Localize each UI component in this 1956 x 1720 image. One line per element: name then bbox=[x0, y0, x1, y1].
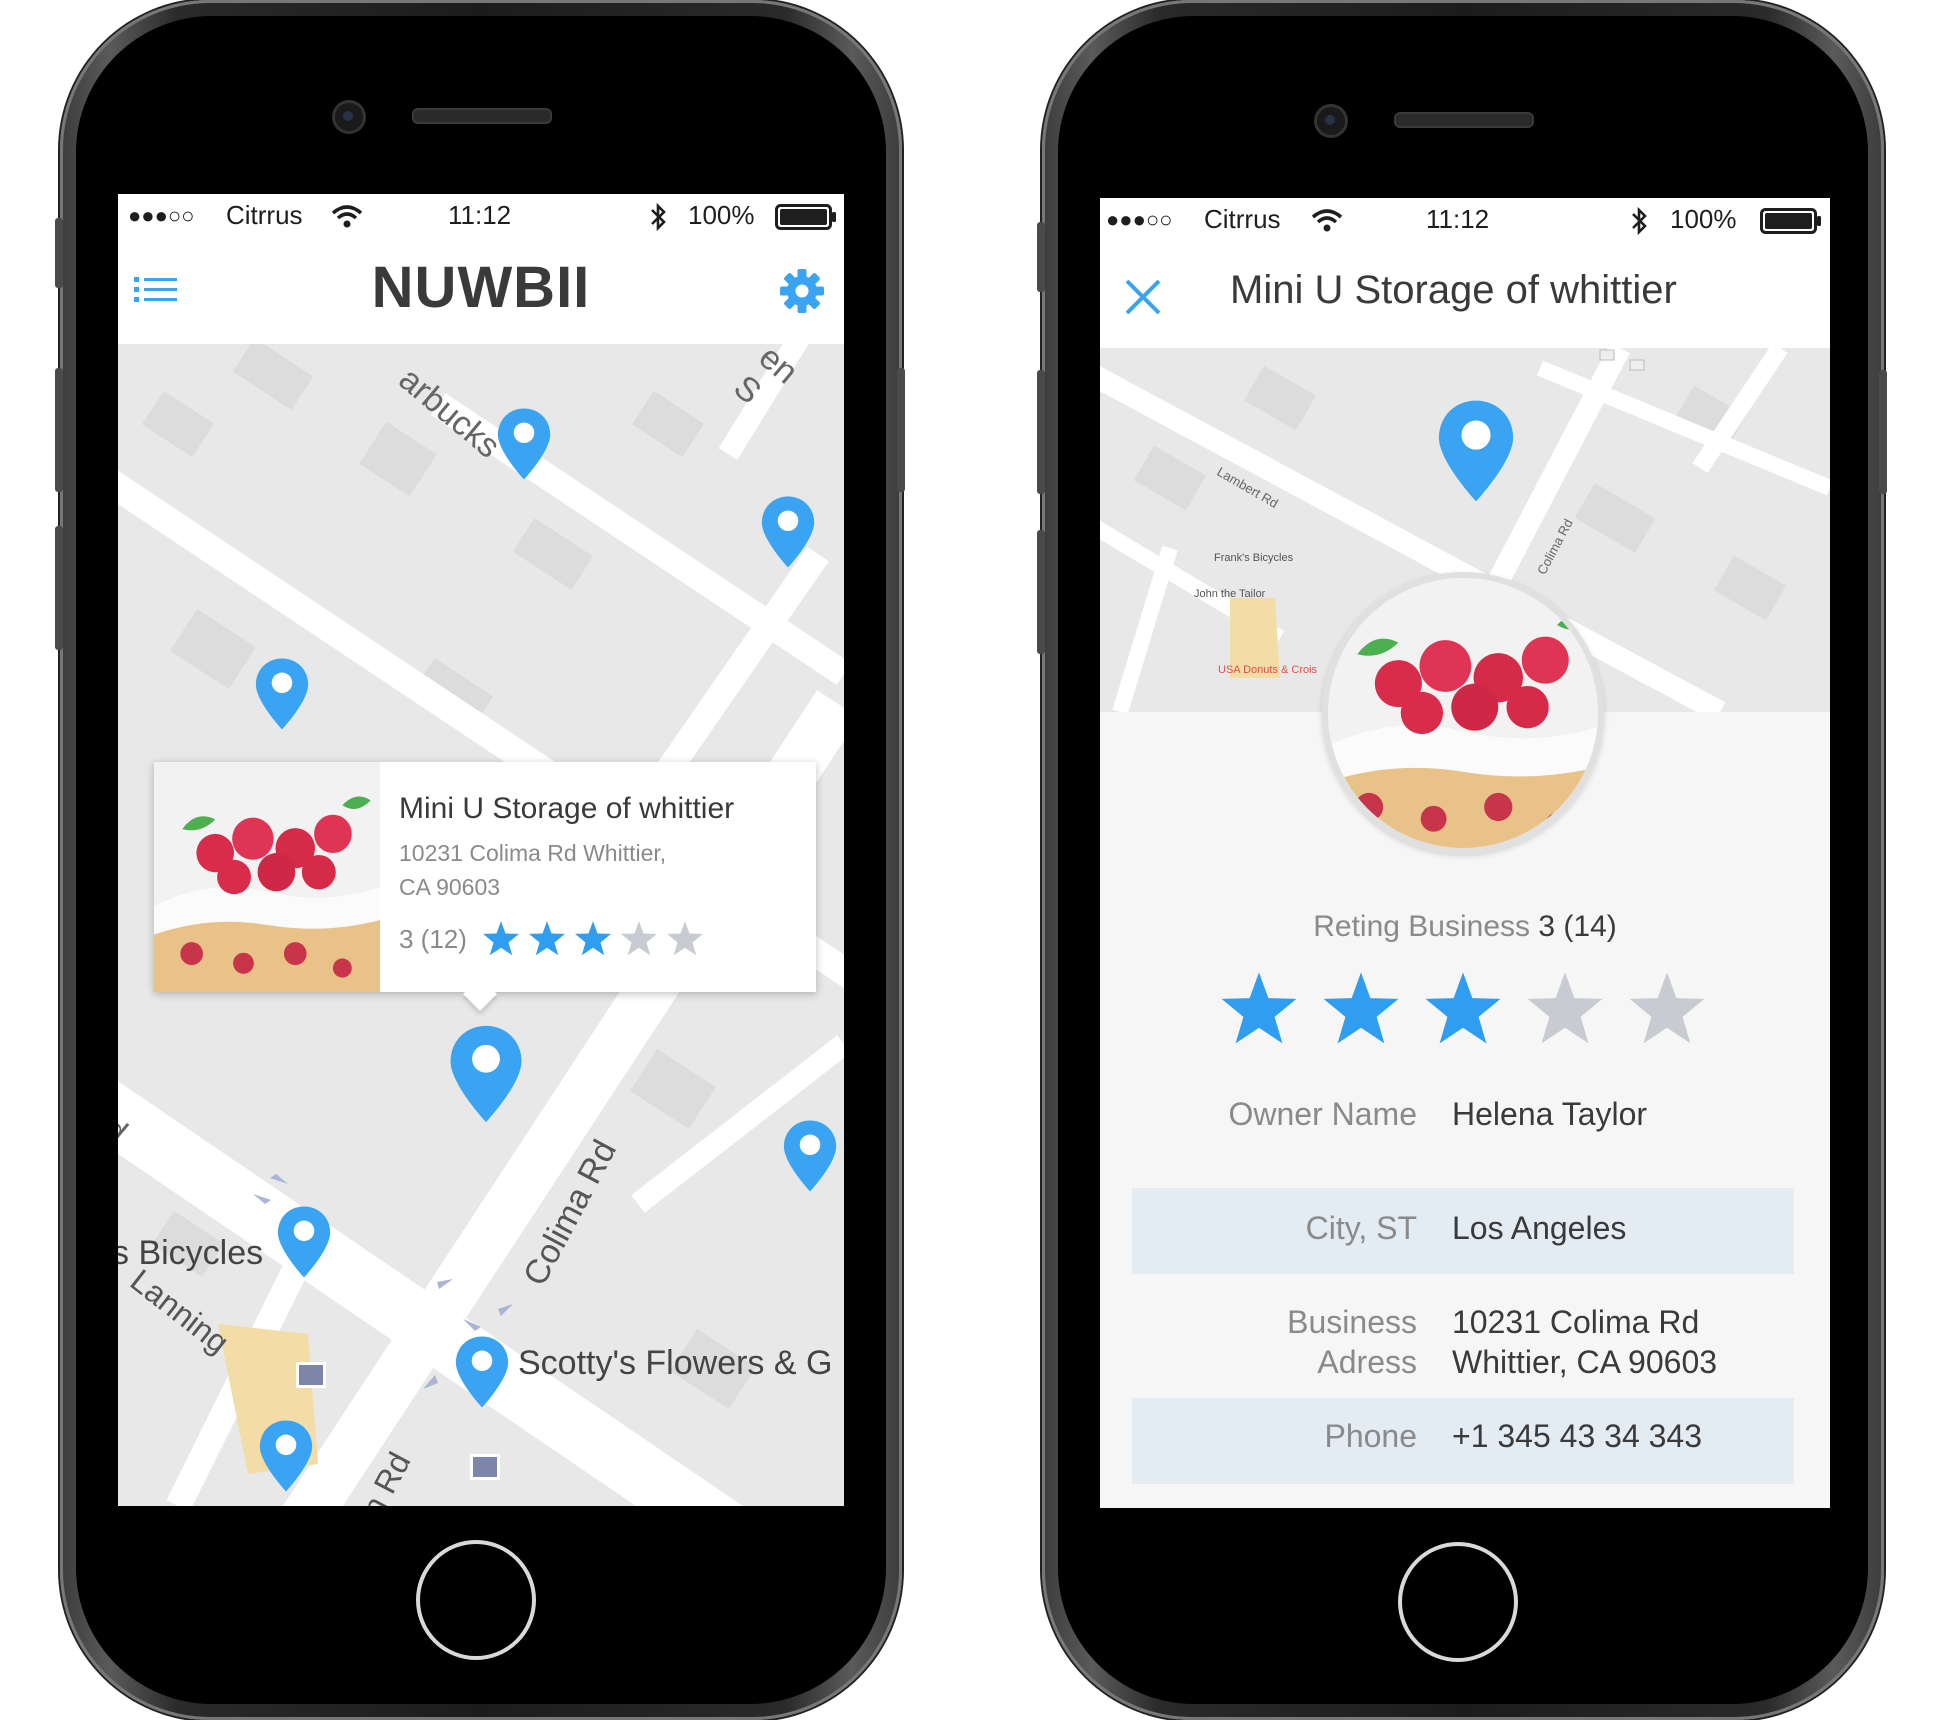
map-pin-selected[interactable] bbox=[448, 1022, 524, 1126]
callout-star-rating bbox=[482, 920, 712, 960]
map-pin-selected[interactable] bbox=[1436, 398, 1516, 504]
phone-label: Phone bbox=[1324, 1418, 1417, 1454]
signal-strength: ●●●○○ bbox=[128, 203, 195, 228]
wifi-icon bbox=[331, 205, 363, 228]
volume-up-button[interactable] bbox=[55, 368, 63, 492]
power-button[interactable] bbox=[1879, 370, 1887, 494]
status-bar: ●●●○○ Citrrus 11:12 100% bbox=[1100, 198, 1830, 242]
mute-switch[interactable] bbox=[1037, 222, 1045, 292]
front-camera bbox=[332, 100, 366, 134]
carrier-name: Citrrus bbox=[1204, 204, 1281, 234]
business-photo bbox=[154, 762, 380, 992]
power-button[interactable] bbox=[897, 368, 905, 492]
city-label: City, ST bbox=[1305, 1210, 1417, 1246]
owner-label: Owner Name bbox=[1228, 1096, 1418, 1132]
volume-down-button[interactable] bbox=[1037, 530, 1045, 654]
detail-row-city: City, ST Los Angeles bbox=[1132, 1188, 1794, 1274]
map-label-scottys: Scotty's Flowers & G bbox=[518, 1344, 833, 1382]
battery-icon bbox=[1760, 208, 1821, 234]
map-label-usa-donuts: USA Donuts & Crois bbox=[1218, 664, 1318, 676]
map-pin[interactable] bbox=[782, 1118, 838, 1194]
map-pin[interactable] bbox=[454, 1334, 510, 1410]
business-callout[interactable]: Mini U Storage of whittier 10231 Colima … bbox=[154, 762, 816, 1011]
detail-screen: ●●●○○ Citrrus 11:12 100% Mini U Storage … bbox=[1100, 198, 1830, 1508]
carrier-name: Citrrus bbox=[226, 200, 303, 230]
rating-value: 3 (14) bbox=[1538, 910, 1617, 943]
detail-title: Mini U Storage of whittier bbox=[1230, 268, 1677, 312]
phone-value[interactable]: +1 345 43 34 343 bbox=[1452, 1418, 1702, 1455]
address-label-line2: Adress bbox=[1317, 1344, 1417, 1380]
wifi-icon bbox=[1311, 209, 1343, 232]
rating-label: Reting Business bbox=[1313, 910, 1531, 943]
map-pin[interactable] bbox=[254, 656, 310, 732]
volume-up-button[interactable] bbox=[1037, 370, 1045, 494]
detail-star-rating bbox=[1220, 970, 1730, 1050]
map-view[interactable]: arbucks en S d s Bicycles Colima Rd Lann… bbox=[118, 338, 844, 1506]
poi-icon bbox=[470, 1454, 500, 1480]
map-pin[interactable] bbox=[760, 494, 816, 570]
rating-summary: Reting Business 3 (14) bbox=[1100, 910, 1830, 944]
star-empty-icon bbox=[1628, 970, 1706, 1045]
earpiece-speaker bbox=[1394, 112, 1534, 128]
map-pin[interactable] bbox=[258, 1418, 314, 1494]
battery-icon bbox=[775, 204, 836, 230]
home-button[interactable] bbox=[1398, 1542, 1518, 1662]
map-label-bicycles: s Bicycles bbox=[118, 1234, 264, 1272]
app-title: NUWBII bbox=[371, 255, 591, 320]
home-button[interactable] bbox=[416, 1540, 536, 1660]
clock: 11:12 bbox=[448, 200, 512, 230]
signal-strength: ●●●○○ bbox=[1106, 207, 1173, 232]
callout-address-line1: 10231 Colima Rd Whittier, bbox=[399, 840, 667, 866]
app-header: NUWBII bbox=[118, 238, 844, 344]
status-bar: ●●●○○ Citrrus 11:12 100% bbox=[118, 194, 844, 238]
close-icon[interactable] bbox=[1124, 278, 1162, 316]
star-empty-icon bbox=[620, 920, 658, 956]
detail-row-owner: Owner Name Helena Taylor bbox=[1132, 1094, 1794, 1134]
star-filled-icon bbox=[1424, 970, 1502, 1045]
star-empty-icon bbox=[1526, 970, 1604, 1045]
bluetooth-icon bbox=[1632, 206, 1647, 236]
map-label-john: John the Tailor bbox=[1194, 588, 1266, 600]
front-camera bbox=[1314, 104, 1348, 138]
battery-percent: 100% bbox=[688, 200, 755, 230]
detail-row-phone: Phone +1 345 43 34 343 bbox=[1132, 1398, 1794, 1484]
map-screen: ●●●○○ Citrrus 11:12 100% NUWBII arbucks … bbox=[118, 194, 844, 1506]
gear-icon[interactable] bbox=[779, 268, 825, 314]
volume-down-button[interactable] bbox=[55, 526, 63, 650]
earpiece-speaker bbox=[412, 108, 552, 124]
star-filled-icon bbox=[574, 920, 612, 956]
callout-address-line2: CA 90603 bbox=[399, 874, 501, 900]
detail-header: Mini U Storage of whittier bbox=[1100, 242, 1830, 348]
callout-business-name: Mini U Storage of whittier bbox=[399, 792, 735, 825]
map-label-franks: Frank's Bicycles bbox=[1214, 552, 1294, 564]
star-filled-icon bbox=[1220, 970, 1298, 1045]
owner-value: Helena Taylor bbox=[1452, 1096, 1648, 1132]
poi-icon bbox=[296, 1362, 326, 1388]
battery-percent: 100% bbox=[1670, 204, 1737, 234]
callout-rating-text: 3 (12) bbox=[399, 924, 467, 954]
star-filled-icon bbox=[1322, 970, 1400, 1045]
bluetooth-icon bbox=[651, 202, 666, 232]
clock: 11:12 bbox=[1426, 204, 1490, 234]
map-pin[interactable] bbox=[276, 1204, 332, 1280]
map-pin[interactable] bbox=[496, 406, 552, 482]
address-label-line1: Business bbox=[1287, 1304, 1417, 1340]
mute-switch[interactable] bbox=[55, 218, 63, 288]
business-avatar bbox=[1322, 572, 1604, 854]
address-value-line1: 10231 Colima Rd bbox=[1452, 1304, 1700, 1340]
star-empty-icon bbox=[666, 920, 704, 956]
address-value-line2: Whittier, CA 90603 bbox=[1452, 1344, 1718, 1380]
star-filled-icon bbox=[482, 920, 520, 956]
star-filled-icon bbox=[528, 920, 566, 956]
city-value: Los Angeles bbox=[1452, 1210, 1627, 1246]
detail-row-address: Business Adress 10231 Colima Rd Whittier… bbox=[1132, 1292, 1794, 1380]
